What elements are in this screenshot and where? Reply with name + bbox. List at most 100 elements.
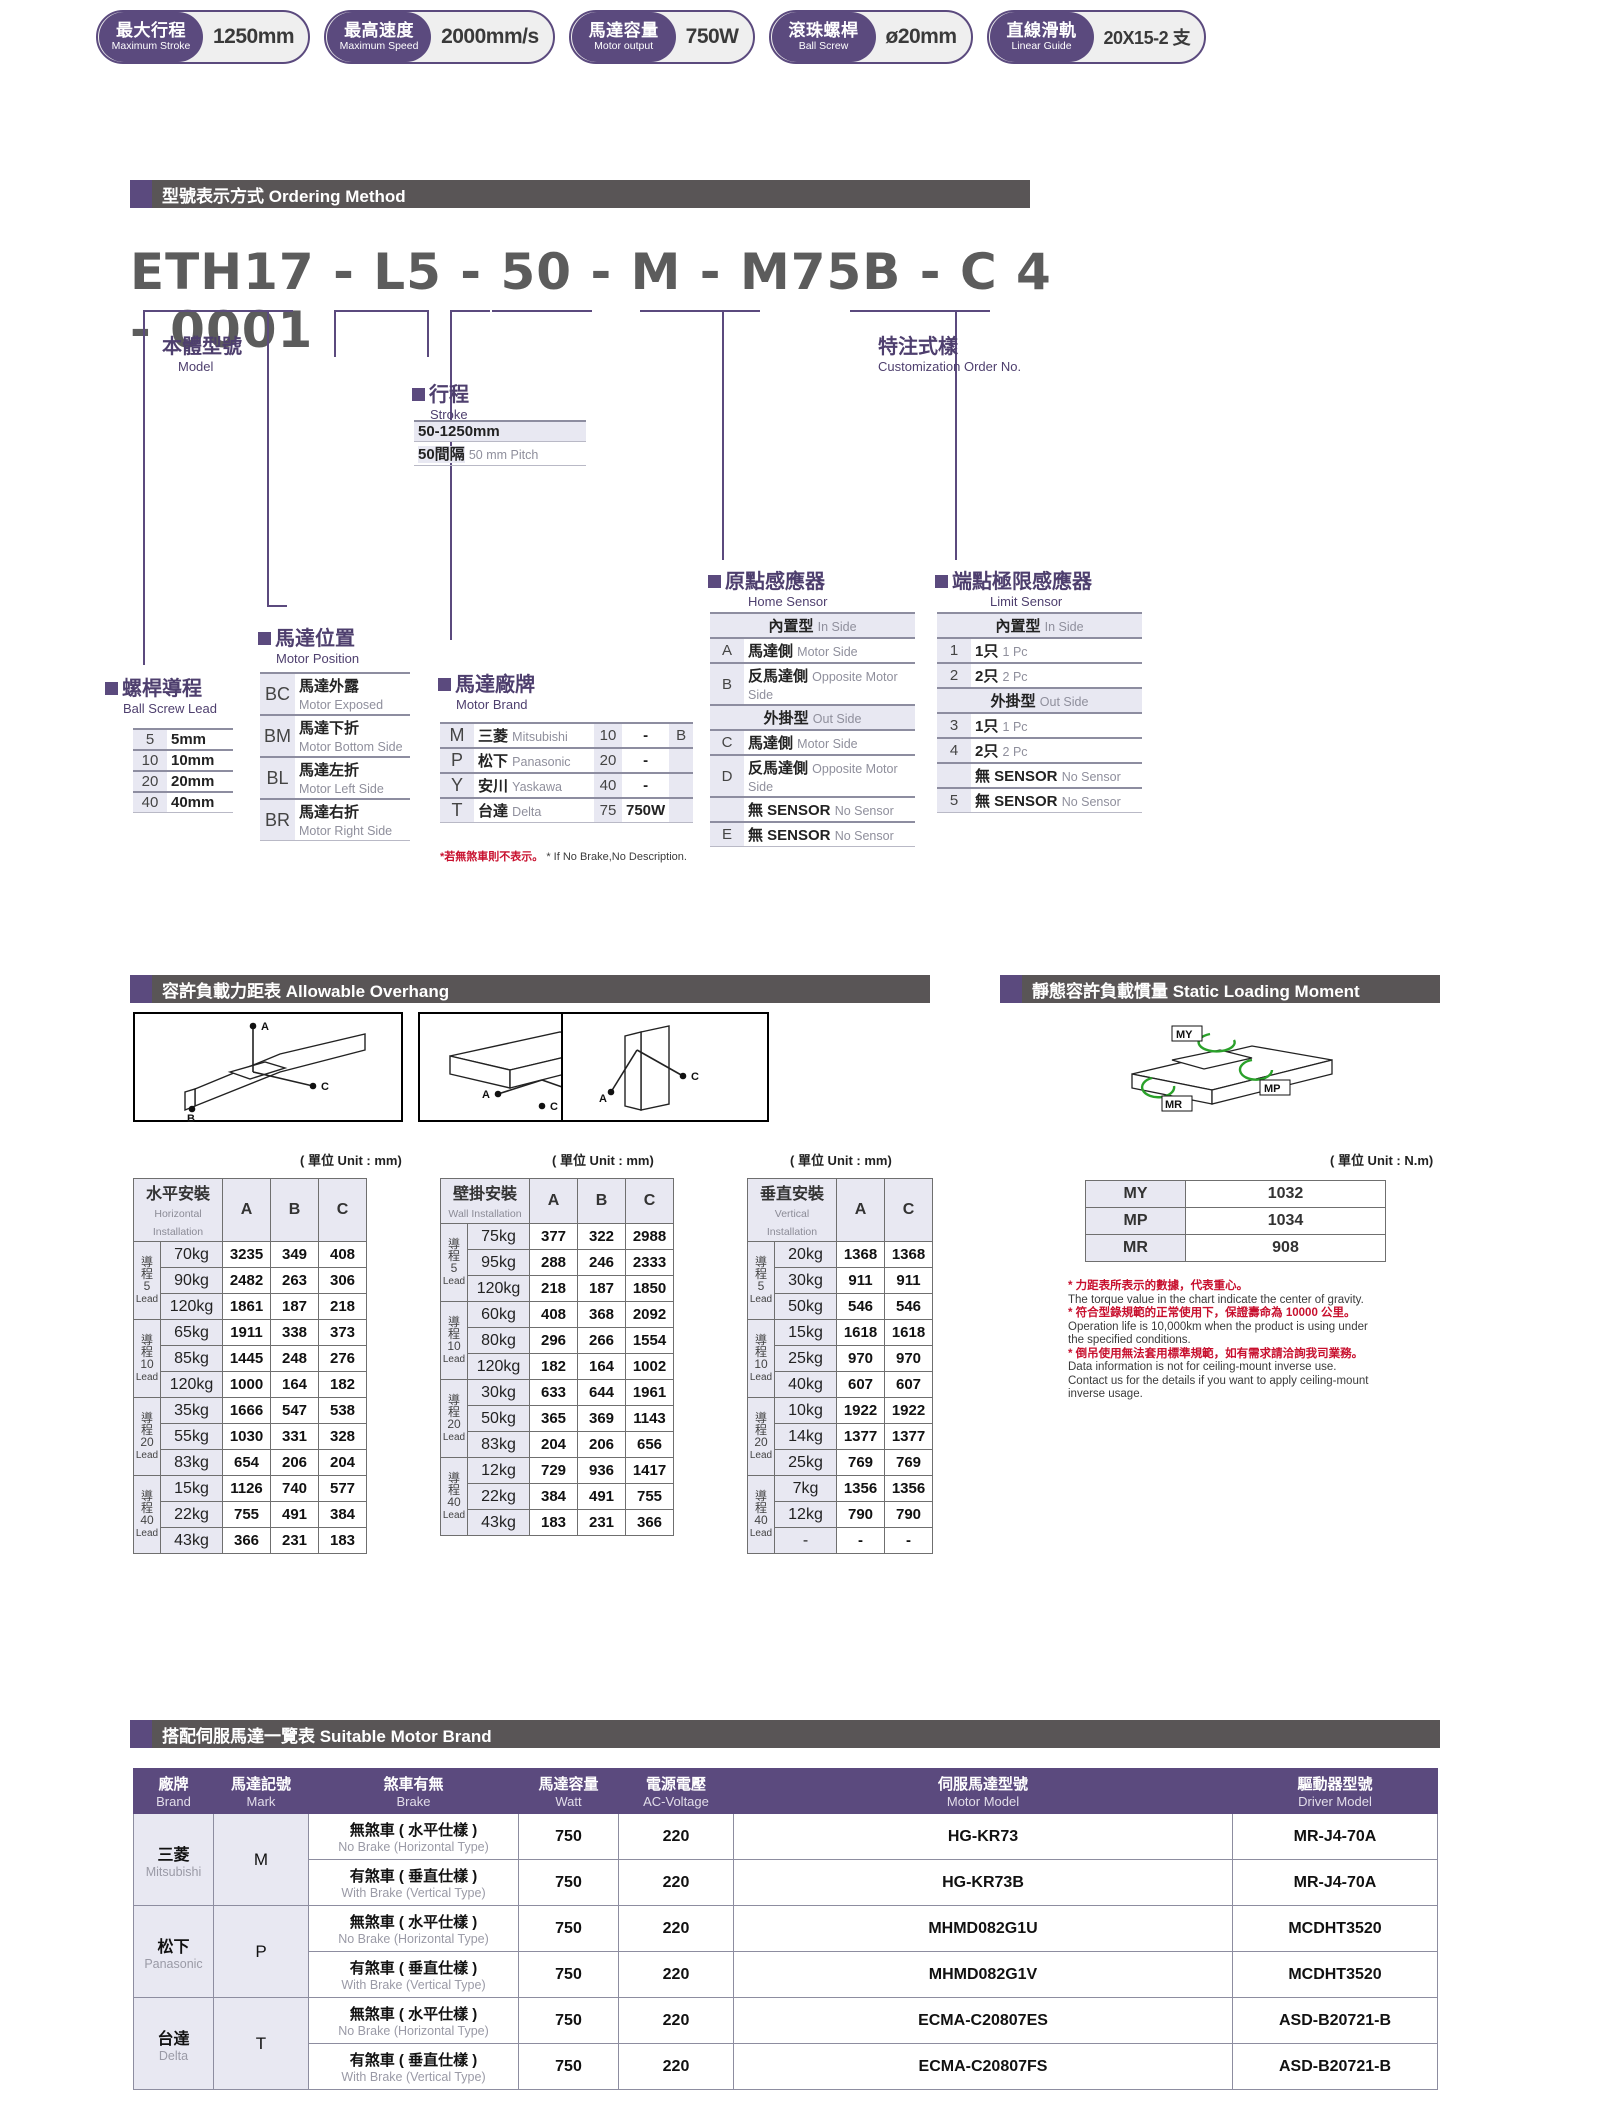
lead-code: 20 xyxy=(133,770,167,793)
overhang-col-header: A xyxy=(529,1178,578,1224)
section-header-ordering: 型號表示方式 Ordering Method xyxy=(130,180,1030,208)
overhang-header-row: 垂直安裝 Vertical Installation A C xyxy=(747,1178,933,1242)
motor-brand-header: 馬達記號 Mark xyxy=(213,1768,309,1814)
overhang-row: 90kg 2482 263 306 xyxy=(134,1267,367,1294)
overhang-load: 7kg xyxy=(774,1475,837,1502)
overhang-install-label: 壁掛安裝 Wall Installation xyxy=(440,1178,530,1224)
static-loading-value: 908 xyxy=(1185,1234,1386,1262)
section-tick xyxy=(130,1720,152,1748)
overhang-value: 2482 xyxy=(222,1267,271,1294)
spec-badge-en: Ball Screw xyxy=(798,40,849,52)
sensor-label: 無 SENSOR No Sensor xyxy=(971,762,1142,789)
overhang-value: 164 xyxy=(270,1371,319,1398)
ordering-label-home-sensor: 原點感應器 Home Sensor xyxy=(708,565,827,609)
overhang-value: 377 xyxy=(529,1223,578,1250)
section-title-ordering: 型號表示方式 Ordering Method xyxy=(162,186,406,206)
static-loading-key: MY xyxy=(1085,1180,1186,1208)
brake-code xyxy=(669,772,694,799)
sensor-code: 3 xyxy=(937,712,971,739)
bullet-square-icon xyxy=(935,575,948,588)
spec-badge-en: Maximum Stroke xyxy=(111,40,191,52)
sensor-label: 1只 1 Pc xyxy=(971,712,1142,739)
static-loading-key: MP xyxy=(1085,1207,1186,1235)
voltage-cell: 220 xyxy=(618,1951,734,1998)
voltage-cell: 220 xyxy=(618,1859,734,1906)
overhang-install-label: 垂直安裝 Vertical Installation xyxy=(747,1178,837,1242)
overhang-lead-label: 導程 10 Lead xyxy=(133,1319,161,1398)
ordering-label-position-zh: 馬達位置 xyxy=(258,622,359,651)
lead-row: 5 5mm xyxy=(133,728,233,751)
motor-model-cell: ECMA-C20807FS xyxy=(733,2043,1233,2090)
overhang-value: 2988 xyxy=(625,1223,674,1250)
overhang-header-row: 水平安裝 Horizontal Installation A B C xyxy=(133,1178,367,1242)
overhang-row: 50kg 546 546 xyxy=(748,1293,933,1320)
motor-watt-value: - xyxy=(622,722,670,749)
overhang-lead-label: 導程 5 Lead xyxy=(747,1241,775,1320)
motor-position-row: BM 馬達下折 Motor Bottom Side xyxy=(260,714,410,758)
overhang-value: 769 xyxy=(884,1449,933,1476)
table-row: 三菱 Mitsubishi M 無煞車 ( 水平仕樣 ) No Brake (Horiz… xyxy=(133,1813,1438,1906)
horizontal-axis-diagram-icon: A C B xyxy=(184,1021,366,1125)
overhang-load: 120kg xyxy=(160,1293,223,1320)
overhang-lead-label: 導程 10 Lead xyxy=(440,1301,468,1380)
motor-brand-name: 松下 Panasonic xyxy=(474,747,594,774)
motor-brand-name: 台達 Delta xyxy=(474,797,594,823)
static-note-zh: * 力距表所表示的數據，代表重心。 xyxy=(1068,1280,1249,1292)
lead-value: 20mm xyxy=(167,770,233,793)
overhang-value: 368 xyxy=(577,1301,626,1328)
spec-badge-linear-guide: 直線滑軌 Linear Guide 20X15-2 支 xyxy=(986,10,1207,64)
overhang-value: 740 xyxy=(270,1475,319,1502)
overhang-diagram-horizontal: A C B xyxy=(133,1012,403,1125)
table-row: 有煞車 ( 垂直仕樣 ) With Brake (Vertical Type) 75… xyxy=(134,1951,1438,1998)
overhang-value: 2333 xyxy=(625,1249,674,1276)
sensor-group-label: 外掛型 Out Side xyxy=(937,687,1142,714)
motor-watt-code: 75 xyxy=(594,797,622,823)
overhang-value: 546 xyxy=(836,1293,885,1320)
overhang-value: 1445 xyxy=(222,1345,271,1372)
sensor-code: 4 xyxy=(937,737,971,764)
overhang-diagram-vertical: A C xyxy=(561,1012,769,1122)
motor-position-code: BM xyxy=(260,714,295,758)
sensor-group-outside: 外掛型 Out Side xyxy=(710,704,915,731)
brake-type-cell: 有煞車 ( 垂直仕樣 ) With Brake (Vertical Type) xyxy=(308,2043,519,2090)
overhang-value: 1618 xyxy=(884,1319,933,1346)
overhang-row: 導程 40 Lead 12kg 729 936 1417 xyxy=(440,1457,674,1536)
overhang-value: 769 xyxy=(836,1449,885,1476)
ordering-label-home-sensor-zh: 原點感應器 xyxy=(708,565,827,594)
overhang-value: 288 xyxy=(529,1249,578,1276)
overhang-load: 50kg xyxy=(774,1293,837,1320)
ordering-label-position: 馬達位置 Motor Position xyxy=(258,622,359,666)
overhang-row: 25kg 970 970 xyxy=(748,1345,933,1372)
overhang-value: 729 xyxy=(529,1457,578,1484)
overhang-value: 936 xyxy=(577,1457,626,1484)
motor-brand-header: 馬達容量 Watt xyxy=(518,1768,619,1814)
sensor-row: 1 1只 1 Pc xyxy=(937,637,1142,664)
overhang-row: 導程 5 Lead 75kg 377 322 2988 xyxy=(440,1223,674,1302)
leader-line xyxy=(334,310,429,312)
limit-sensor-table: 內置型 In Side 1 1只 1 Pc 2 2只 2 Pc 外掛型 Out Side 3… xyxy=(937,612,1142,813)
overhang-load: 25kg xyxy=(774,1345,837,1372)
overhang-value: 790 xyxy=(884,1501,933,1528)
spec-badge-value: 750W xyxy=(685,25,739,48)
overhang-value: 577 xyxy=(318,1475,367,1502)
overhang-row: 50kg 365 369 1143 xyxy=(441,1405,674,1432)
sensor-label: 2只 2 Pc xyxy=(971,662,1142,689)
overhang-load: 95kg xyxy=(467,1249,530,1276)
overhang-row: 43kg 366 231 183 xyxy=(134,1527,367,1554)
ordering-label-brand-zh: 馬達廠牌 xyxy=(438,668,535,697)
overhang-load: 120kg xyxy=(467,1275,530,1302)
ordering-label-model-en: Model xyxy=(178,359,214,374)
driver-model-cell: MR-J4-70A xyxy=(1232,1859,1438,1906)
overhang-value: 1961 xyxy=(625,1379,674,1406)
overhang-row: 83kg 654 206 204 xyxy=(134,1449,367,1476)
overhang-row: 導程 10 Lead 60kg 408 368 2092 xyxy=(440,1301,674,1380)
ordering-label-lead-en: Ball Screw Lead xyxy=(123,701,217,716)
spec-badge-en: Linear Guide xyxy=(1011,40,1072,52)
ordering-label-brand: 馬達廠牌 Motor Brand xyxy=(438,668,535,712)
overhang-value: 1377 xyxy=(884,1423,933,1450)
sensor-code: B xyxy=(710,662,744,706)
motor-brand-header-row: 廠牌 Brand 馬達記號 Mark 煞車有無 Brake 馬達容量 Watt 電源電壓 AC-V… xyxy=(133,1768,1438,1814)
overhang-row: 85kg 1445 248 276 xyxy=(134,1345,367,1372)
driver-model-cell: ASD-B20721-B xyxy=(1232,1997,1438,2044)
overhang-load: 120kg xyxy=(467,1353,530,1380)
